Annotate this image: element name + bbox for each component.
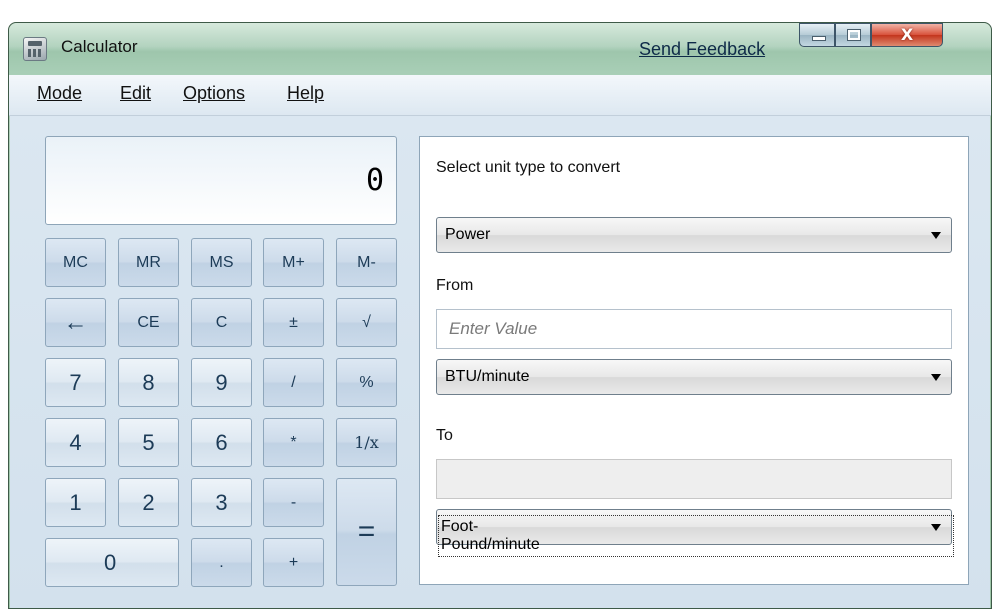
close-icon: X (900, 25, 914, 44)
to-unit-select[interactable]: Foot-Pound/minute (436, 509, 954, 557)
digit-9-button[interactable]: 9 (191, 358, 252, 407)
reciprocal-button[interactable]: 1/x (336, 418, 397, 467)
from-value-input[interactable]: Enter Value (436, 309, 952, 349)
backspace-button[interactable]: ← (45, 298, 106, 347)
title-bar[interactable]: Calculator Send Feedback X (9, 23, 991, 75)
calculator-icon (23, 37, 47, 61)
to-value-output (436, 459, 952, 499)
mc-button[interactable]: MC (45, 238, 106, 287)
digit-2-button[interactable]: 2 (118, 478, 179, 527)
unit-type-value: Power (445, 226, 491, 243)
digit-1-button[interactable]: 1 (45, 478, 106, 527)
m-plus-button[interactable]: M+ (263, 238, 324, 287)
minimize-icon (812, 36, 826, 41)
calculator-window: Calculator Send Feedback X Mode Edit Opt… (8, 22, 992, 609)
unit-converter-panel: Select unit type to convert Power From E… (419, 136, 969, 585)
multiply-button[interactable]: * (263, 418, 324, 467)
converter-heading: Select unit type to convert (436, 159, 621, 176)
maximize-icon (847, 29, 861, 41)
result-display: 0 (45, 136, 397, 225)
window-title: Calculator (61, 37, 138, 56)
to-unit-value: Foot-Pound/minute (438, 515, 954, 557)
dropdown-arrow-icon (931, 232, 941, 239)
digit-6-button[interactable]: 6 (191, 418, 252, 467)
equals-button[interactable]: = (336, 478, 397, 586)
add-button[interactable]: + (263, 538, 324, 587)
send-feedback-link[interactable]: Send Feedback (639, 39, 765, 60)
menu-bar: Mode Edit Options Help (9, 75, 991, 116)
digit-3-button[interactable]: 3 (191, 478, 252, 527)
from-unit-select[interactable]: BTU/minute (436, 359, 952, 395)
negate-button[interactable]: ± (263, 298, 324, 347)
unit-type-select[interactable]: Power (436, 217, 952, 253)
decimal-button[interactable]: . (191, 538, 252, 587)
digit-0-button[interactable]: 0 (45, 538, 179, 587)
maximize-button[interactable] (835, 23, 871, 47)
ms-button[interactable]: MS (191, 238, 252, 287)
dropdown-arrow-icon (931, 524, 941, 531)
digit-8-button[interactable]: 8 (118, 358, 179, 407)
minimize-button[interactable] (799, 23, 835, 47)
sqrt-button[interactable]: √ (336, 298, 397, 347)
digit-5-button[interactable]: 5 (118, 418, 179, 467)
menu-options[interactable]: Options (183, 83, 245, 104)
display-value: 0 (365, 163, 384, 198)
m-minus-button[interactable]: M- (336, 238, 397, 287)
from-unit-value: BTU/minute (445, 368, 530, 385)
percent-button[interactable]: % (336, 358, 397, 407)
digit-4-button[interactable]: 4 (45, 418, 106, 467)
dropdown-arrow-icon (931, 374, 941, 381)
from-value-placeholder: Enter Value (449, 319, 538, 338)
menu-help[interactable]: Help (287, 83, 324, 104)
menu-mode[interactable]: Mode (37, 83, 82, 104)
to-label: To (436, 427, 453, 444)
from-label: From (436, 277, 474, 294)
menu-edit[interactable]: Edit (120, 83, 151, 104)
subtract-button[interactable]: - (263, 478, 324, 527)
ce-button[interactable]: CE (118, 298, 179, 347)
clear-button[interactable]: C (191, 298, 252, 347)
digit-7-button[interactable]: 7 (45, 358, 106, 407)
mr-button[interactable]: MR (118, 238, 179, 287)
close-button[interactable]: X (871, 23, 943, 47)
divide-button[interactable]: / (263, 358, 324, 407)
client-area: 0 MC MR MS M+ M- ← CE C ± √ 7 8 9 / % 4 … (10, 116, 990, 608)
